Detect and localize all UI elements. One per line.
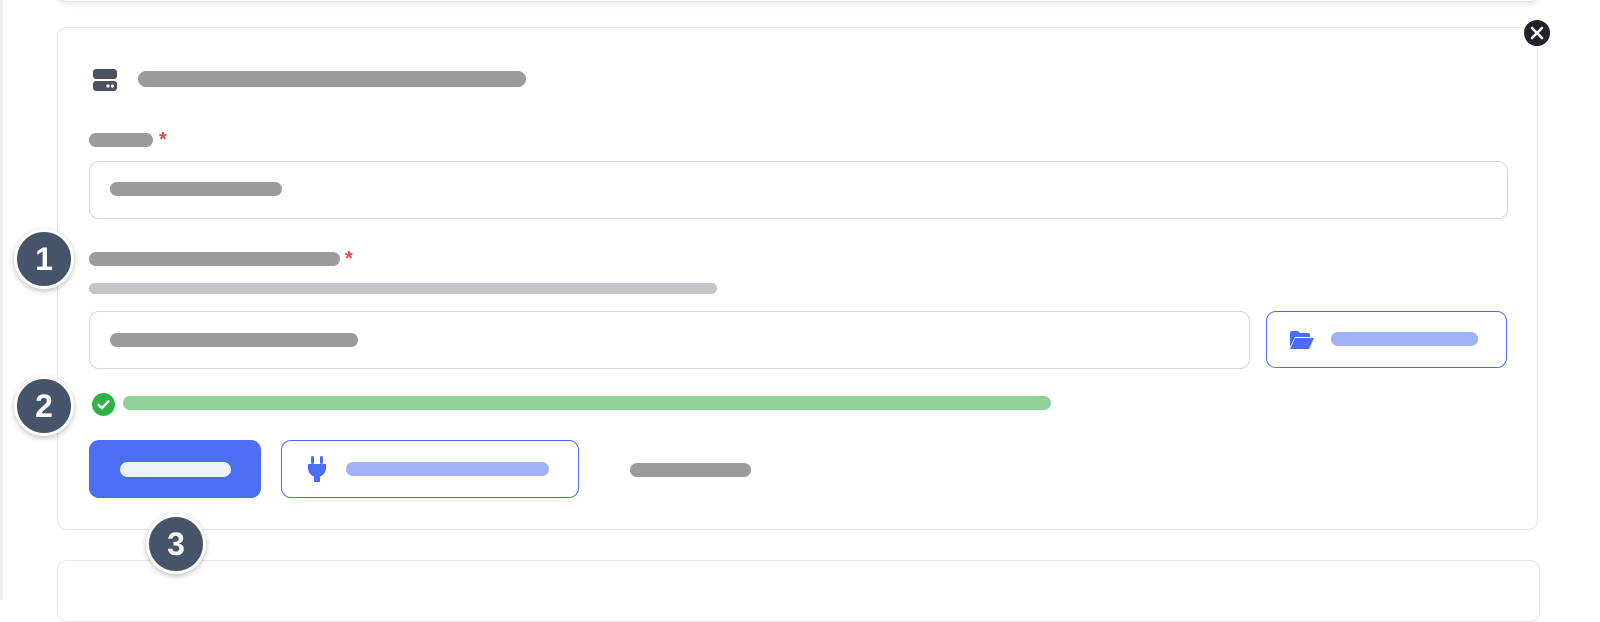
- dialog-title: [138, 71, 526, 87]
- left-rail: [0, 0, 3, 600]
- cancel-link[interactable]: [630, 463, 751, 477]
- field-two-help-text: [89, 283, 717, 294]
- server-icon: [93, 69, 117, 91]
- field-two-value: [110, 333, 358, 347]
- required-marker: *: [345, 248, 353, 270]
- close-button[interactable]: [1522, 18, 1552, 48]
- field-one-value: [110, 182, 282, 196]
- folder-open-icon: [1290, 331, 1314, 349]
- check-circle-icon: [92, 393, 115, 416]
- plug-icon: [308, 456, 326, 482]
- browse-button[interactable]: [1266, 311, 1507, 368]
- step-marker-2: 2: [14, 376, 74, 436]
- field-one-input[interactable]: [89, 161, 1508, 219]
- browse-button-label: [1331, 332, 1478, 346]
- settings-card: [57, 27, 1538, 530]
- status-message: [123, 396, 1051, 410]
- step-marker-1: 1: [14, 229, 74, 289]
- close-icon: [1530, 26, 1544, 40]
- save-button[interactable]: [89, 440, 261, 498]
- previous-card: [57, 0, 1540, 2]
- save-button-label: [120, 462, 231, 477]
- test-connection-button[interactable]: [281, 440, 579, 498]
- field-two-input[interactable]: [89, 311, 1250, 369]
- step-marker-3: 3: [146, 514, 206, 574]
- test-connection-label: [346, 462, 549, 476]
- field-two-label: [89, 252, 340, 266]
- required-marker: *: [159, 129, 167, 151]
- field-one-label: [89, 133, 153, 147]
- next-card: [57, 560, 1540, 622]
